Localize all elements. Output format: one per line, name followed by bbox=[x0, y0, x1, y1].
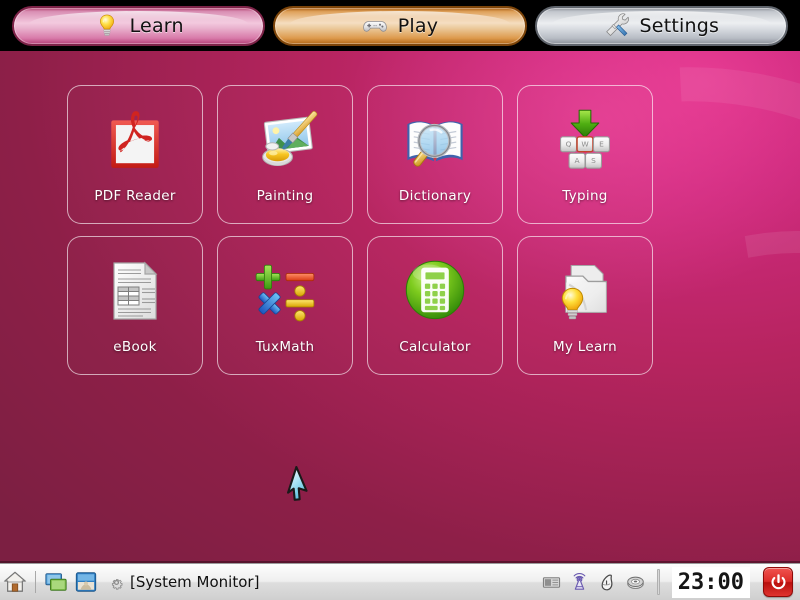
app-label-my-learn: My Learn bbox=[553, 339, 617, 355]
app-label-typing: Typing bbox=[562, 188, 607, 204]
clock[interactable]: 23:00 bbox=[672, 567, 750, 598]
typing-keyboard-icon: Q W E A S bbox=[548, 103, 622, 177]
tab-learn[interactable]: Learn bbox=[12, 6, 265, 46]
svg-text:Q: Q bbox=[566, 139, 572, 148]
app-tile-painting[interactable]: Painting bbox=[217, 85, 353, 224]
power-icon bbox=[769, 573, 788, 592]
power-button[interactable] bbox=[763, 567, 793, 597]
wireless-network-icon[interactable] bbox=[570, 573, 589, 592]
arrow-pointer bbox=[285, 466, 315, 504]
gamepad-icon bbox=[362, 13, 388, 39]
document-page-icon bbox=[98, 254, 172, 328]
svg-text:W: W bbox=[581, 139, 589, 148]
app-tile-pdf-reader[interactable]: PDF Reader bbox=[67, 85, 203, 224]
app-label-dictionary: Dictionary bbox=[399, 188, 471, 204]
gear-icon bbox=[109, 575, 124, 590]
calculator-icon bbox=[398, 254, 472, 328]
svg-text:S: S bbox=[591, 156, 596, 165]
app-tile-calculator[interactable]: Calculator bbox=[367, 236, 503, 375]
task-list: [System Monitor] bbox=[109, 573, 542, 591]
tab-play[interactable]: Play bbox=[273, 6, 526, 46]
task-button-system-monitor[interactable]: [System Monitor] bbox=[109, 573, 259, 591]
folder-lightbulb-icon bbox=[548, 254, 622, 328]
tab-settings[interactable]: Settings bbox=[535, 6, 788, 46]
dictionary-icon bbox=[398, 103, 472, 177]
app-tile-ebook[interactable]: eBook bbox=[67, 236, 203, 375]
tray-separator bbox=[657, 569, 660, 595]
tab-learn-label: Learn bbox=[130, 15, 184, 37]
app-label-calculator: Calculator bbox=[399, 339, 471, 355]
app-tile-my-learn[interactable]: My Learn bbox=[517, 236, 653, 375]
screen: Learn Play bbox=[0, 0, 800, 600]
app-tile-tuxmath[interactable]: TuxMath bbox=[217, 236, 353, 375]
math-operators-icon bbox=[248, 254, 322, 328]
show-desktop-icon[interactable] bbox=[41, 567, 71, 598]
app-label-tuxmath: TuxMath bbox=[256, 339, 315, 355]
app-tile-dictionary[interactable]: Dictionary bbox=[367, 85, 503, 224]
app-label-pdf-reader: PDF Reader bbox=[94, 188, 175, 204]
app-tile-typing[interactable]: Q W E A S Typing bbox=[517, 85, 653, 224]
desktop-wallpaper[interactable]: PDF Reader bbox=[0, 51, 800, 563]
taskbar: [System Monitor] bbox=[0, 563, 800, 600]
volume-speaker-icon[interactable] bbox=[626, 573, 645, 592]
workspace-switcher-icon[interactable] bbox=[542, 573, 561, 592]
app-label-ebook: eBook bbox=[113, 339, 156, 355]
pdf-reader-icon bbox=[98, 103, 172, 177]
tools-icon bbox=[604, 13, 630, 39]
svg-text:E: E bbox=[599, 139, 604, 148]
app-label-painting: Painting bbox=[257, 188, 314, 204]
system-tray: 23:00 bbox=[542, 567, 800, 598]
tab-settings-label: Settings bbox=[640, 15, 720, 37]
home-icon[interactable] bbox=[0, 567, 30, 598]
tab-play-label: Play bbox=[398, 15, 438, 37]
task-label-system-monitor: [System Monitor] bbox=[130, 573, 259, 591]
painting-icon bbox=[248, 103, 322, 177]
taskbar-separator bbox=[35, 571, 36, 593]
file-manager-icon[interactable] bbox=[71, 567, 101, 598]
top-tab-bar: Learn Play bbox=[0, 0, 800, 51]
mouse-icon[interactable] bbox=[598, 573, 617, 592]
lightbulb-icon bbox=[94, 13, 120, 39]
app-icon-grid: PDF Reader bbox=[67, 85, 653, 375]
